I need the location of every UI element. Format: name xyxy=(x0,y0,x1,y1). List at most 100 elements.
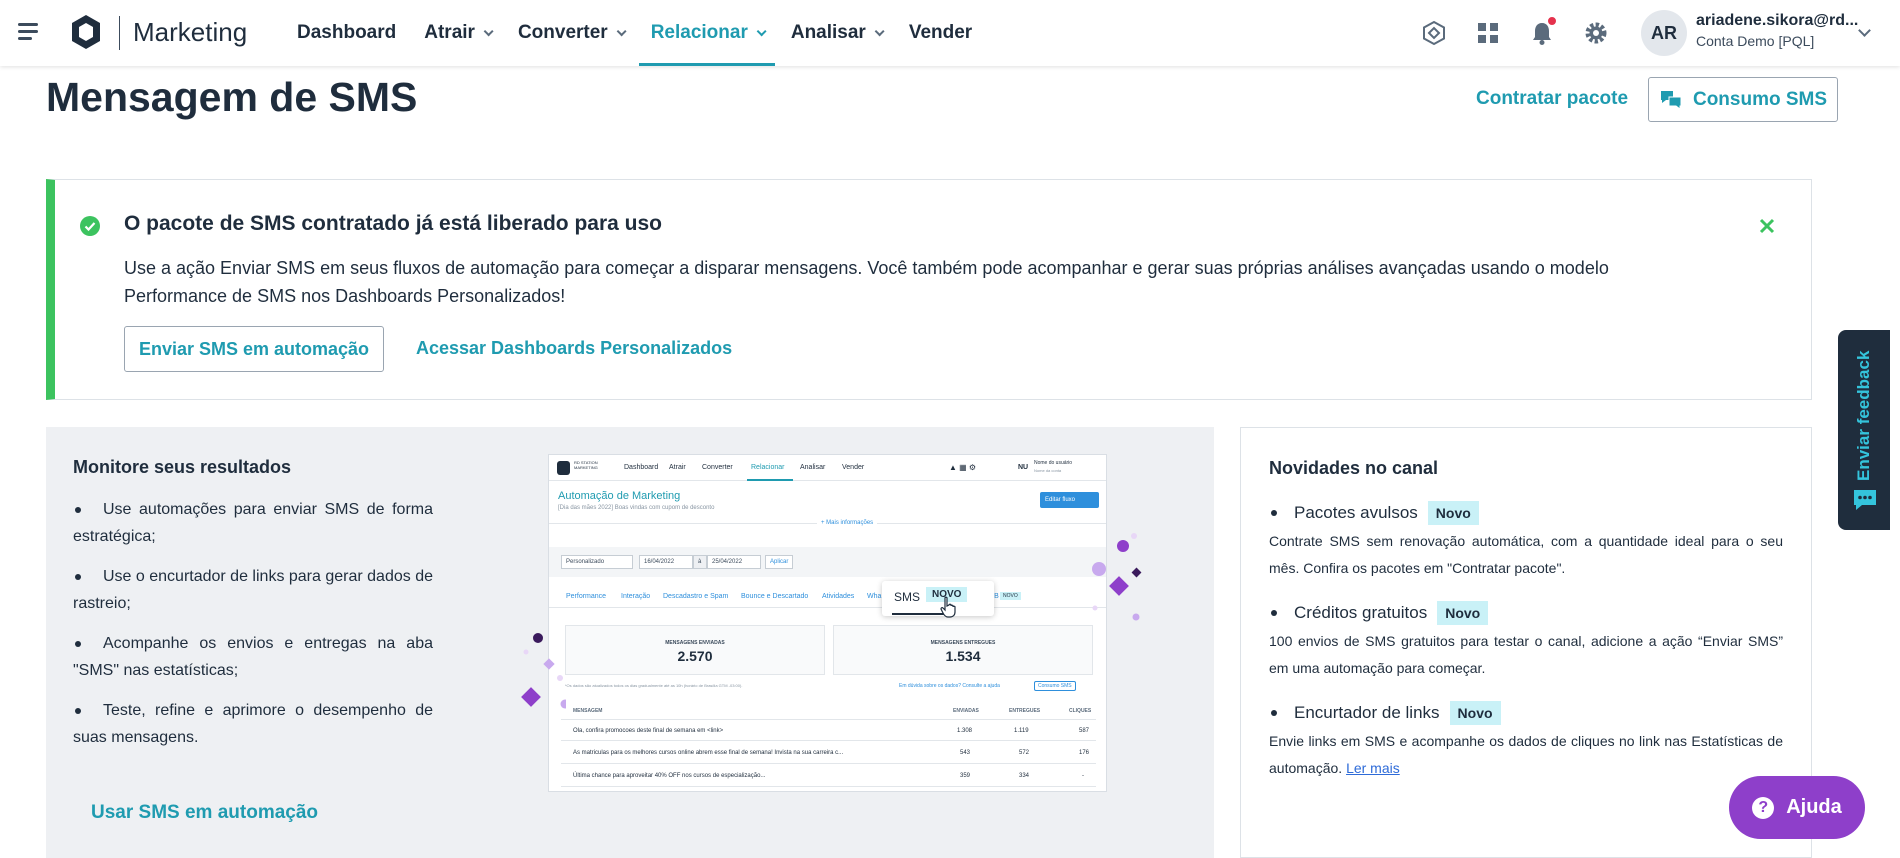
illustration-nav-item: Atrair xyxy=(669,464,686,471)
apps-grid-icon[interactable] xyxy=(1474,19,1502,47)
illustration-card-sent: MENSAGENS ENVIADAS 2.570 xyxy=(565,625,825,675)
novidade-title-text: Encurtador de links xyxy=(1294,703,1440,722)
nav-atrair[interactable]: Atrair xyxy=(410,0,504,66)
illustration-cell: Ola, confira promocoes deste final de se… xyxy=(573,728,724,734)
product-name: Marketing xyxy=(133,17,248,47)
illustration-date-sep: à xyxy=(693,555,707,569)
novidade-item-title: Créditos gratuitos Novo xyxy=(1294,601,1489,625)
illustration-date-to: 25/04/2022 xyxy=(707,555,761,569)
nav-label: Vender xyxy=(908,22,973,43)
illustration-help-link: Em dúvida sobre os dados? Consulte a aju… xyxy=(899,683,1000,689)
illustration-cell: 334 xyxy=(1019,773,1030,779)
alert-body: Use a ação Enviar SMS em seus fluxos de … xyxy=(124,258,1609,306)
nav-label: Atrair xyxy=(424,22,475,43)
nav-dashboard[interactable]: Dashboard xyxy=(283,0,410,66)
user-email[interactable]: ariadene.sikora@rd... xyxy=(1696,12,1858,30)
illustration-sms-tab-popup: SMS NOVO xyxy=(882,581,994,616)
illustration-footnote: *Os dados são atualizados todos os dias … xyxy=(565,683,743,688)
illustration-tab: Wha xyxy=(867,593,882,600)
consumo-sms-button[interactable]: Consumo SMS xyxy=(1648,77,1838,122)
illustration-card-label: MENSAGENS ENVIADAS xyxy=(665,640,725,646)
illustration-card-value: 2.570 xyxy=(677,648,713,664)
integrations-icon[interactable] xyxy=(1420,19,1448,47)
nav-label: Converter xyxy=(517,22,608,43)
illustration-card-value: 1.534 xyxy=(945,648,981,664)
decorative-shapes-right xyxy=(1092,533,1142,621)
illustration-sms-label: SMS xyxy=(894,590,921,604)
illustration-cell: 176 xyxy=(1079,750,1090,756)
chevron-down-icon xyxy=(483,25,494,36)
illustration-cell: 1.308 xyxy=(957,728,973,734)
monitor-title: Monitore seus resultados xyxy=(73,457,292,477)
illustration-cell: 543 xyxy=(960,750,971,756)
illustration-avatar: NU xyxy=(1018,464,1029,471)
top-navigation-bar: Marketing Dashboard Atrair Converter Rel… xyxy=(0,0,1900,66)
illustration-nav-item: Converter xyxy=(702,464,733,471)
illustration-tab-divider xyxy=(549,607,1106,608)
novidade-description: Envie links em SMS e acompanhe os dados … xyxy=(1269,728,1783,782)
statistics-illustration: RD STATION MARKETING Dashboard Atrair Co… xyxy=(548,454,1107,792)
nav-converter[interactable]: Converter xyxy=(504,0,637,66)
nav-vender[interactable]: Vender xyxy=(895,0,986,66)
illustration-card-delivered: MENSAGENS ENTREGUES 1.534 xyxy=(833,625,1093,675)
chevron-down-icon xyxy=(874,25,885,36)
nav-relacionar[interactable]: Relacionar xyxy=(637,0,777,66)
question-icon: ? xyxy=(1752,796,1775,819)
bullet xyxy=(1271,610,1277,616)
novo-badge: Novo xyxy=(1427,501,1479,525)
rd-station-logo[interactable] xyxy=(70,14,102,50)
gear-icon[interactable] xyxy=(1582,19,1610,47)
illustration-col-header: ENVIADAS xyxy=(953,708,979,714)
notifications-button[interactable] xyxy=(1528,15,1558,47)
user-account-name: Conta Demo [PQL] xyxy=(1696,33,1815,49)
illustration-nav-item: Dashboard xyxy=(624,464,659,471)
contratar-pacote-link[interactable]: Contratar pacote xyxy=(1476,88,1628,110)
illustration-table-row: Ola, confira promocoes deste final de se… xyxy=(561,719,1096,741)
illustration-date-from: 16/04/2022 xyxy=(639,555,693,569)
illustration-consumo-button: Consumo SMS xyxy=(1034,681,1076,691)
nav-label: Relacionar xyxy=(650,22,748,43)
hand-cursor-icon xyxy=(940,596,956,618)
illustration-user-name: Nome do usuário xyxy=(1034,460,1073,466)
chevron-down-icon xyxy=(756,25,767,36)
illustration-filter-bar: Personalizado 16/04/2022 à 25/04/2022 Ap… xyxy=(549,547,1106,577)
novidade-description: 100 envios de SMS gratuitos para testar … xyxy=(1269,633,1783,676)
send-feedback-tab[interactable]: Enviar feedback xyxy=(1838,330,1890,530)
consumo-sms-label: Consumo SMS xyxy=(1692,88,1828,110)
nav-label: Dashboard xyxy=(297,22,397,43)
illustration-cell: Última chance para aproveitar 40% OFF no… xyxy=(573,773,766,779)
novo-badge: Novo xyxy=(1449,701,1501,725)
help-button[interactable]: ? Ajuda xyxy=(1729,776,1865,839)
nav-analisar[interactable]: Analisar xyxy=(777,0,895,66)
usar-sms-automacao-link[interactable]: Usar SMS em automação xyxy=(91,802,318,824)
illustration-subheading: [Dia das mães 2022] Boas vindas com cupo… xyxy=(558,505,715,511)
ler-mais-link[interactable]: Ler mais xyxy=(1346,760,1400,776)
decorative-shapes-left xyxy=(521,633,566,709)
illustration-cell: 1.119 xyxy=(1014,728,1029,734)
notification-dot xyxy=(1546,15,1558,27)
illustration-more-info: + Mais informações xyxy=(817,520,878,526)
feedback-label: Enviar feedback xyxy=(1854,350,1873,482)
illustration-cell: As matriculas para os melhores cursos on… xyxy=(573,750,844,756)
illustration-tab: Atividades xyxy=(822,593,855,600)
acessar-dashboards-link[interactable]: Acessar Dashboards Personalizados xyxy=(416,338,732,359)
alert-title: O pacote de SMS contratado já está liber… xyxy=(124,212,662,235)
help-label: Ajuda xyxy=(1786,796,1842,818)
page-title: Mensagem de SMS xyxy=(46,74,418,120)
illustration-tab-badge: NOVO xyxy=(1000,592,1021,600)
illustration-tab: Bounce e Descartado xyxy=(741,593,809,600)
avatar[interactable]: AR xyxy=(1641,10,1687,56)
close-icon[interactable] xyxy=(1757,216,1777,236)
enviar-sms-automacao-button[interactable]: Enviar SMS em automação xyxy=(124,326,384,372)
illustration-col-header: ENTREGUES xyxy=(1009,708,1041,714)
illustration-heading: Automação de Marketing xyxy=(558,490,681,502)
illustration-nav-item: Vender xyxy=(842,464,865,471)
chat-icon xyxy=(1660,90,1682,110)
illustration-logo-text: RD STATION MARKETING xyxy=(574,460,598,470)
logo-divider xyxy=(119,16,120,50)
illustration-tab: Performance xyxy=(566,593,607,600)
chevron-down-icon xyxy=(616,25,627,36)
chevron-down-icon[interactable] xyxy=(1858,24,1871,37)
hamburger-menu-icon[interactable] xyxy=(16,20,40,44)
illustration-edit-button: Editar fluxo xyxy=(1040,492,1099,508)
